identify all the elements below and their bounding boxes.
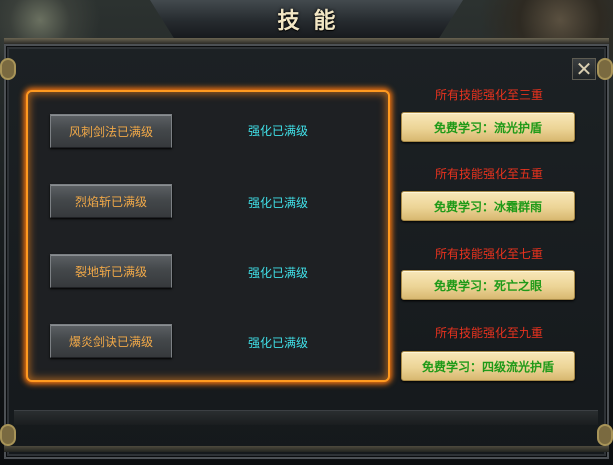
corner-ornament-right-bottom	[597, 424, 613, 446]
reward-condition-2: 所有技能强化至五重	[434, 167, 543, 181]
skill-button-4[interactable]: 爆炎剑诀已满级	[50, 324, 172, 358]
skill-status-4: 强化已满级	[247, 336, 308, 350]
reward-button-3[interactable]: 免费学习：死亡之眼	[401, 270, 575, 300]
reward-condition-4: 所有技能强化至九重	[434, 326, 543, 340]
skill-button-3[interactable]: 裂地斩已满级	[50, 254, 172, 288]
close-icon: ✕	[575, 57, 593, 81]
skill-status-2: 强化已满级	[247, 196, 308, 210]
window-title: 技能	[277, 9, 350, 34]
corner-ornament-left-bottom	[0, 424, 16, 446]
skill-button-1[interactable]: 风刺剑法已满级	[50, 114, 172, 148]
bottom-divider	[4, 446, 609, 452]
reward-button-4[interactable]: 免费学习：四级流光护盾	[401, 351, 575, 381]
skill-status-3: 强化已满级	[247, 266, 308, 280]
reward-condition-1: 所有技能强化至三重	[434, 88, 543, 102]
skill-status-1: 强化已满级	[247, 124, 308, 138]
reward-condition-3: 所有技能强化至七重	[434, 247, 543, 261]
bottom-bar	[14, 410, 598, 425]
corner-ornament-left-top	[0, 58, 16, 80]
close-button[interactable]: ✕	[572, 58, 596, 80]
reward-button-2[interactable]: 免费学习：冰霜群雨	[401, 191, 575, 221]
title-banner: 技能	[150, 0, 463, 40]
reward-button-1[interactable]: 免费学习：流光护盾	[401, 112, 575, 142]
skill-button-2[interactable]: 烈焰斩已满级	[50, 184, 172, 218]
corner-ornament-right-top	[597, 58, 613, 80]
